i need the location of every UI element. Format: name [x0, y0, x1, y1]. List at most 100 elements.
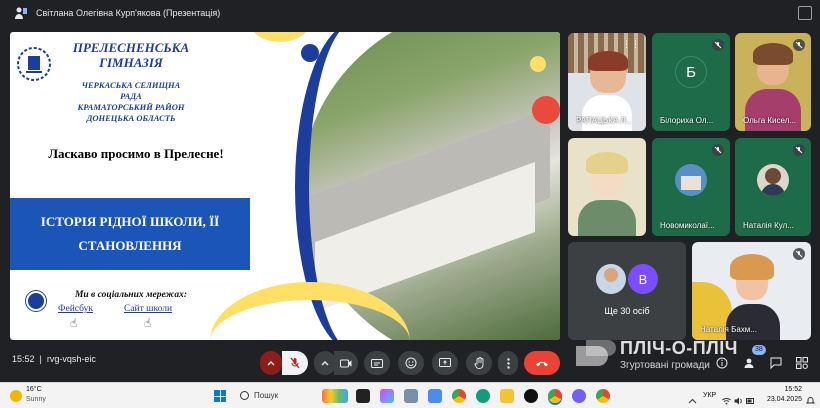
social-title: Ми в соціальних мережах: — [74, 290, 188, 300]
participant-avatar: Б — [675, 56, 707, 89]
chrome-icon[interactable] — [452, 389, 466, 403]
volume-icon[interactable] — [734, 392, 743, 405]
school-sub-line: ЧЕРКАСЬКА СЕЛИЩНА — [81, 80, 181, 90]
present-icon — [439, 358, 451, 367]
participant-hair — [588, 51, 628, 71]
school-sub-line: КРАМАТОРСЬКИЙ РАЙОН — [77, 102, 185, 112]
avatar-building — [681, 176, 701, 190]
watermark-subtitle: Згуртовані громади — [620, 360, 710, 371]
mic-off-icon — [793, 39, 805, 51]
chevron-up-icon — [321, 361, 329, 366]
participant-tile[interactable]: Новомиколаї... — [652, 138, 730, 236]
decor-yellow-arc — [250, 32, 310, 42]
mic-options-button[interactable] — [260, 351, 282, 375]
battery-icon[interactable] — [746, 392, 755, 404]
search-icon[interactable] — [240, 391, 249, 400]
participant-tile[interactable]: Наталія Бахм... — [692, 242, 811, 340]
meet-window: Світлана Олегівна Курп'якова (Презентаці… — [0, 0, 820, 408]
presenter-icon — [14, 6, 28, 20]
widget-icon[interactable] — [322, 389, 348, 403]
broadcast-watermark: ПЛІЧ-О-ПЛІЧ Згуртовані громади — [566, 334, 820, 378]
taskbar-search-label[interactable]: Пошук — [254, 391, 278, 400]
app-icon[interactable] — [356, 389, 370, 403]
participant-avatar: В — [628, 264, 658, 294]
participant-hair — [753, 43, 793, 65]
mic-off-icon — [290, 357, 300, 369]
avatar-hair — [765, 168, 781, 184]
input-language[interactable]: УКР — [703, 392, 716, 399]
sun-icon[interactable] — [10, 390, 22, 402]
decor-blue-dot — [301, 44, 319, 62]
chevron-up-icon[interactable] — [688, 392, 697, 404]
welcome-heading: Ласкаво просимо в Прелесне! — [48, 146, 224, 161]
school-emblem-icon — [17, 47, 51, 81]
captions-icon — [371, 358, 383, 368]
school-site-link[interactable]: Сайт школи — [124, 304, 172, 314]
chrome-profile-icon[interactable] — [596, 389, 610, 403]
store-icon[interactable] — [428, 389, 442, 403]
weather-temperature: 16°C — [26, 386, 42, 393]
wifi-icon[interactable] — [722, 392, 731, 405]
viber-icon[interactable] — [572, 389, 586, 403]
pointer-hand-icon: ☝ — [144, 316, 152, 330]
presentation-slide: ПРЕЛЕСНЕНСЬКА ГІМНАЗІЯ ЧЕРКАСЬКА СЕЛИЩНА… — [10, 32, 560, 340]
raise-hand-button[interactable] — [466, 351, 492, 375]
more-vertical-icon — [506, 357, 510, 369]
more-participants-tile[interactable]: В Ще 30 осіб — [568, 242, 686, 340]
school-sub-line: ДОНЕЦЬКА ОБЛАСТЬ — [86, 113, 176, 123]
watermark-title: ПЛІЧ-О-ПЛІЧ — [620, 338, 738, 358]
participant-hair — [730, 254, 774, 280]
hang-up-icon — [536, 361, 548, 366]
edge-icon[interactable] — [476, 389, 490, 403]
mic-off-icon — [712, 39, 724, 51]
meeting-time: 15:52 — [12, 354, 35, 364]
camera-toggle-button[interactable] — [334, 351, 358, 375]
meeting-info: 15:52 | rvg-vqsh-eic — [12, 354, 96, 364]
reactions-button[interactable] — [398, 351, 424, 375]
mic-off-icon — [712, 144, 724, 156]
notification-bell-icon[interactable] — [805, 392, 816, 404]
avatar-shirt — [761, 184, 785, 196]
taskbar-clock[interactable]: 15:52 — [766, 386, 802, 393]
participant-tile[interactable]: Б Білориха Ол... — [652, 33, 730, 131]
avatar-face — [604, 268, 618, 282]
taskbar-date[interactable]: 23.04.2025 — [758, 396, 802, 403]
more-options-button[interactable] — [498, 351, 518, 375]
windows-taskbar: 16°C Sunny Пошук УКР 15:52 23.04.2025 — [0, 382, 820, 408]
meeting-code: rvg-vqsh-eic — [46, 354, 96, 364]
more-participants-label: Ще 30 осіб — [604, 306, 650, 316]
mic-toggle-button[interactable] — [282, 351, 308, 375]
copilot-icon[interactable] — [380, 389, 394, 403]
file-explorer-icon[interactable] — [500, 389, 514, 403]
camera-options-button[interactable] — [314, 351, 336, 375]
facebook-link[interactable]: Фейсбук — [58, 304, 93, 314]
participant-tile[interactable]: Наталія Кул... — [735, 138, 811, 236]
school-sub-line: РАДА — [120, 91, 142, 101]
captions-button[interactable] — [364, 351, 390, 375]
presentation-header: Світлана Олегівна Курп'якова (Презентаці… — [0, 0, 820, 26]
mic-off-icon — [793, 248, 805, 260]
present-screen-button[interactable] — [432, 351, 458, 375]
participant-tile[interactable]: Ольга Кисел... — [735, 33, 811, 131]
participant-tile[interactable] — [568, 138, 646, 236]
weather-condition: Sunny — [26, 396, 46, 403]
task-view-icon[interactable] — [404, 389, 418, 403]
participant-tile[interactable]: ⋮⋮ РАПАЦЬКА Л... — [568, 33, 646, 131]
end-call-button[interactable] — [524, 351, 560, 375]
participant-name: РАПАЦЬКА Л... — [576, 116, 633, 125]
chrome-active-icon[interactable] — [548, 389, 562, 403]
tiktok-icon[interactable] — [524, 389, 538, 403]
emoji-icon — [405, 357, 417, 369]
participant-name: Наталія Кул... — [743, 221, 794, 230]
hand-icon — [473, 357, 483, 369]
fullscreen-icon[interactable] — [798, 6, 812, 20]
participant-name: Новомиколаї... — [660, 221, 715, 230]
school-title: ПРЕЛЕСНЕНСЬКА ГІМНАЗІЯ — [72, 40, 190, 70]
windows-start-icon[interactable] — [214, 390, 226, 402]
history-line: СТАНОВЛЕННЯ — [78, 238, 182, 253]
decor-red-dot — [532, 96, 560, 124]
participant-shirt — [582, 95, 632, 131]
pointer-hand-icon: ☝ — [70, 316, 78, 330]
more-options-icon[interactable]: ⋮⋮ — [622, 39, 640, 50]
participant-name: Наталія Бахм... — [700, 325, 757, 334]
